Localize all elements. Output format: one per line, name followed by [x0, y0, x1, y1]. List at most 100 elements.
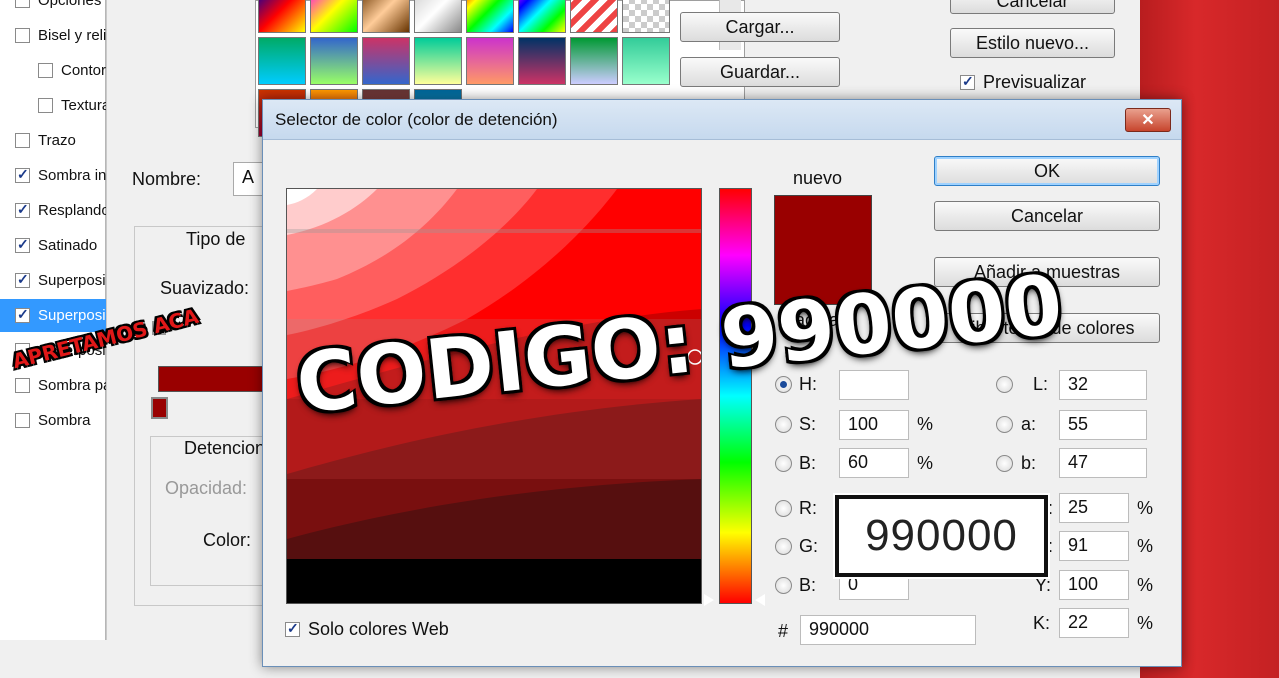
k-unit: %	[1137, 613, 1154, 633]
style-list-item[interactable]: Contorno	[0, 54, 106, 87]
gradient-swatch[interactable]	[570, 0, 618, 33]
nuevo-label: nuevo	[793, 168, 843, 188]
style-list-item[interactable]: Sombra paralela	[0, 369, 106, 402]
style-list-item[interactable]: Superposición	[0, 299, 106, 332]
radio-g[interactable]	[775, 538, 792, 555]
s-field[interactable]: 100	[839, 410, 909, 440]
new-color-swatch	[774, 195, 872, 250]
style-list-label: Bisel y relieve	[38, 27, 106, 44]
gradient-swatch[interactable]	[310, 0, 358, 33]
m-field[interactable]: 91	[1059, 531, 1129, 561]
radio-b[interactable]	[775, 455, 792, 472]
checkbox-icon[interactable]	[15, 378, 30, 393]
radio-s[interactable]	[775, 416, 792, 433]
cancelar-button[interactable]: Cancelar	[934, 201, 1160, 231]
color-stop-icon[interactable]	[151, 397, 168, 419]
gradient-swatch[interactable]	[466, 0, 514, 33]
checkbox-icon	[285, 620, 300, 637]
style-list-item[interactable]: Resplandor	[0, 194, 106, 227]
style-list-item[interactable]: Trazo	[0, 124, 106, 157]
gradient-swatch[interactable]	[258, 37, 306, 85]
estilo-nuevo-button[interactable]: Estilo nuevo...	[950, 28, 1115, 58]
b-label: B:	[799, 453, 817, 473]
checkbox-icon[interactable]	[38, 98, 53, 113]
s-unit: %	[917, 414, 934, 434]
checkbox-icon[interactable]	[15, 236, 30, 253]
y-unit: %	[1137, 575, 1154, 595]
lab-b-field[interactable]: 47	[1059, 448, 1147, 478]
style-list-item[interactable]: Sombra interior	[0, 159, 106, 192]
hex-field[interactable]: 990000	[800, 615, 976, 645]
style-list-item[interactable]: Bisel y relieve	[0, 19, 106, 52]
zoom-text: 990000	[865, 511, 1018, 560]
style-list-item[interactable]: Superposición	[0, 264, 106, 297]
style-list-item[interactable]: Satinado	[0, 229, 106, 262]
y-field[interactable]: 100	[1059, 570, 1129, 600]
style-list-label: Superposición	[38, 272, 106, 289]
gradient-bar[interactable]	[158, 366, 268, 392]
checkbox-icon[interactable]	[15, 166, 30, 183]
cargar-button[interactable]: Cargar...	[680, 12, 840, 42]
style-list-item[interactable]: Opciones de	[0, 0, 106, 17]
s-label: S:	[799, 414, 817, 434]
k-field[interactable]: 22	[1059, 608, 1129, 638]
hex-label: #	[778, 621, 789, 641]
checkbox-icon	[960, 73, 975, 90]
checkbox-icon[interactable]	[15, 413, 30, 428]
gradient-swatch[interactable]	[362, 37, 410, 85]
checkbox-icon[interactable]	[15, 0, 30, 8]
gradient-swatch[interactable]	[258, 0, 306, 33]
close-button[interactable]: ✕	[1125, 108, 1171, 132]
radio-l[interactable]	[996, 376, 1013, 393]
previsualizar-checkbox[interactable]: Previsualizar	[960, 72, 1086, 93]
hue-slider[interactable]	[719, 188, 752, 604]
radio-lab-b[interactable]	[996, 455, 1013, 472]
style-list-label: Contorno	[61, 62, 106, 79]
style-list-label: Sombra interior	[38, 167, 106, 184]
radio-a[interactable]	[996, 416, 1013, 433]
previsualizar-label: Previsualizar	[983, 72, 1087, 92]
l-field[interactable]: 32	[1059, 370, 1147, 400]
style-list-item[interactable]: Textura	[0, 89, 106, 122]
web-only-checkbox[interactable]: Solo colores Web	[285, 619, 449, 640]
checkbox-icon[interactable]	[15, 201, 30, 218]
gradient-swatch[interactable]	[622, 37, 670, 85]
nombre-label: Nombre:	[132, 169, 202, 189]
c-field[interactable]: 25	[1059, 493, 1129, 523]
gradient-swatch[interactable]	[466, 37, 514, 85]
web-only-label: Solo colores Web	[308, 619, 449, 639]
gradient-swatch[interactable]	[362, 0, 410, 33]
checkbox-icon[interactable]	[15, 133, 30, 148]
gradient-swatch[interactable]	[518, 37, 566, 85]
detencion-label: Detencion	[178, 438, 272, 459]
checkbox-icon[interactable]	[15, 306, 30, 323]
radio-blue[interactable]	[775, 577, 792, 594]
checkbox-icon[interactable]	[15, 28, 30, 43]
ok-button[interactable]: OK	[934, 156, 1160, 186]
checkbox-icon[interactable]	[38, 63, 53, 78]
a-field[interactable]: 55	[1059, 410, 1147, 440]
tipo-label: Tipo de	[180, 229, 252, 250]
gradient-swatch[interactable]	[570, 37, 618, 85]
radio-r[interactable]	[775, 500, 792, 517]
c-unit: %	[1137, 498, 1154, 518]
style-list: Opciones de Bisel y relieve Contorno Textur…	[0, 0, 106, 640]
gradient-swatch[interactable]	[310, 37, 358, 85]
style-list-label: Sombra paralela	[38, 377, 106, 394]
blue-label: B:	[799, 575, 817, 595]
picker-titlebar: Selector de color (color de detención) ✕	[263, 100, 1181, 140]
gradient-swatch[interactable]	[414, 37, 462, 85]
gradient-swatch[interactable]	[414, 0, 462, 33]
checkbox-icon[interactable]	[15, 271, 30, 288]
a-label: a:	[1021, 414, 1037, 434]
gradient-swatch[interactable]	[518, 0, 566, 33]
style-list-label: Resplandor	[38, 202, 106, 219]
guardar-button[interactable]: Guardar...	[680, 57, 840, 87]
style-list-item[interactable]: Sombra	[0, 404, 106, 437]
gradient-swatch[interactable]	[622, 0, 670, 33]
slider-arrow-left-icon[interactable]	[704, 594, 714, 606]
cancelar-layer-button[interactable]: Cancelar	[950, 0, 1115, 14]
color-label: Color:	[203, 530, 252, 550]
slider-arrow-right-icon[interactable]	[755, 594, 765, 606]
b-field[interactable]: 60	[839, 448, 909, 478]
